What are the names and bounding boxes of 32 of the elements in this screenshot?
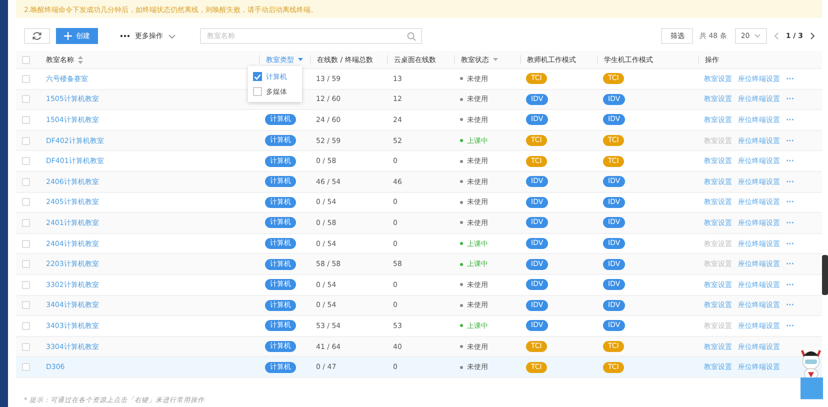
row-checkbox[interactable] bbox=[22, 260, 30, 268]
chevron-left-icon bbox=[774, 32, 779, 40]
row-checkbox[interactable] bbox=[22, 322, 30, 330]
chevron-down-icon bbox=[754, 34, 761, 38]
filter-checkbox[interactable] bbox=[253, 72, 262, 81]
caret-icon bbox=[493, 58, 498, 61]
row-checkbox[interactable] bbox=[22, 301, 30, 310]
row-checkbox[interactable] bbox=[22, 136, 30, 145]
row-checkbox[interactable] bbox=[22, 363, 30, 372]
filter-checkbox[interactable] bbox=[253, 87, 262, 96]
scrollbar[interactable] bbox=[822, 255, 828, 295]
row-checkbox[interactable] bbox=[22, 240, 30, 248]
row-checkbox[interactable] bbox=[22, 116, 30, 124]
refresh-button[interactable] bbox=[24, 28, 50, 44]
chevron-right-icon bbox=[810, 32, 815, 40]
ellipsis-icon bbox=[120, 34, 130, 38]
row-checkbox[interactable] bbox=[22, 95, 30, 104]
row-checkbox[interactable] bbox=[22, 198, 30, 206]
check-icon bbox=[254, 74, 261, 80]
caret-icon bbox=[298, 58, 303, 61]
row-checkbox[interactable] bbox=[22, 218, 30, 227]
row-checkbox[interactable] bbox=[22, 178, 30, 186]
refresh-icon bbox=[32, 31, 42, 41]
row-checkbox[interactable] bbox=[22, 342, 30, 351]
search-icon bbox=[407, 32, 416, 41]
chevron-down-icon bbox=[168, 34, 176, 38]
select-all-checkbox[interactable] bbox=[22, 56, 30, 64]
plus-icon bbox=[64, 32, 72, 40]
row-checkbox[interactable] bbox=[22, 157, 30, 166]
row-checkbox[interactable] bbox=[22, 74, 30, 83]
row-checkbox[interactable] bbox=[22, 280, 30, 289]
sort-icon bbox=[78, 56, 83, 64]
